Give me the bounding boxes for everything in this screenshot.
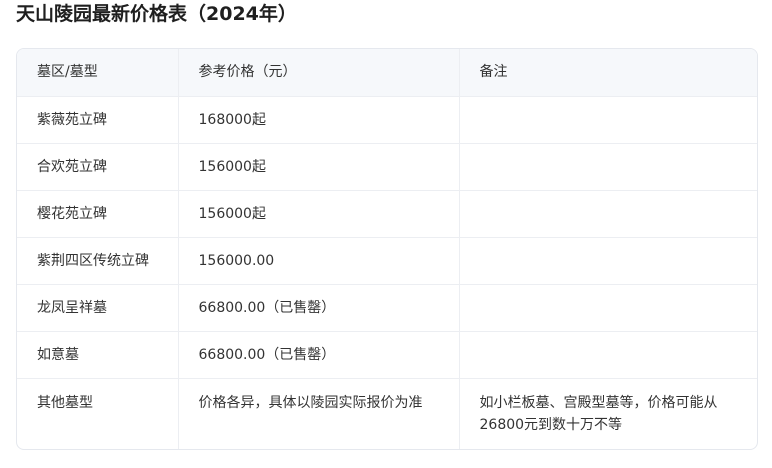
cell-area-type: 紫薇苑立碑 [17,96,179,144]
cell-price: 价格各异，具体以陵园实际报价为准 [178,378,460,449]
header-area-type: 墓区/墓型 [17,49,179,97]
header-remarks: 备注 [459,49,757,97]
cell-price: 168000起 [178,96,460,144]
cell-area-type: 合欢苑立碑 [17,143,179,191]
table-row: 紫薇苑立碑 168000起 [17,96,757,144]
price-table-container: 墓区/墓型 参考价格（元） 备注 紫薇苑立碑 168000起 合欢苑立碑 156… [16,48,758,450]
price-table: 墓区/墓型 参考价格（元） 备注 紫薇苑立碑 168000起 合欢苑立碑 156… [17,49,757,449]
cell-price: 66800.00（已售罄） [178,331,460,379]
cell-remarks [459,143,757,191]
cell-area-type: 其他墓型 [17,378,179,449]
cell-remarks [459,190,757,238]
cell-remarks: 如小栏板墓、宫殿型墓等，价格可能从26800元到数十万不等 [479,394,718,433]
table-row: 龙凤呈祥墓 66800.00（已售罄） [17,284,757,332]
cell-price: 156000.00 [178,237,460,285]
cell-price: 156000起 [178,143,460,191]
table-header-row: 墓区/墓型 参考价格（元） 备注 [17,49,757,97]
cell-remarks [459,237,757,285]
table-row: 如意墓 66800.00（已售罄） [17,331,757,379]
cell-area-type: 如意墓 [17,331,179,379]
cell-area-type: 樱花苑立碑 [17,190,179,238]
table-row: 樱花苑立碑 156000起 [17,190,757,238]
page-title: 天山陵园最新价格表（2024年） [16,3,297,25]
table-row: 合欢苑立碑 156000起 [17,143,757,191]
cell-price: 156000起 [178,190,460,238]
table-row: 紫荆四区传统立碑 156000.00 [17,237,757,285]
cell-remarks [459,96,757,144]
cell-area-type: 龙凤呈祥墓 [17,284,179,332]
header-reference-price: 参考价格（元） [178,49,460,97]
table-row: 其他墓型 价格各异，具体以陵园实际报价为准 如小栏板墓、宫殿型墓等，价格可能从2… [17,378,757,449]
cell-remarks [459,284,757,332]
cell-price: 66800.00（已售罄） [178,284,460,332]
cell-area-type: 紫荆四区传统立碑 [17,237,179,285]
cell-remarks [459,331,757,379]
